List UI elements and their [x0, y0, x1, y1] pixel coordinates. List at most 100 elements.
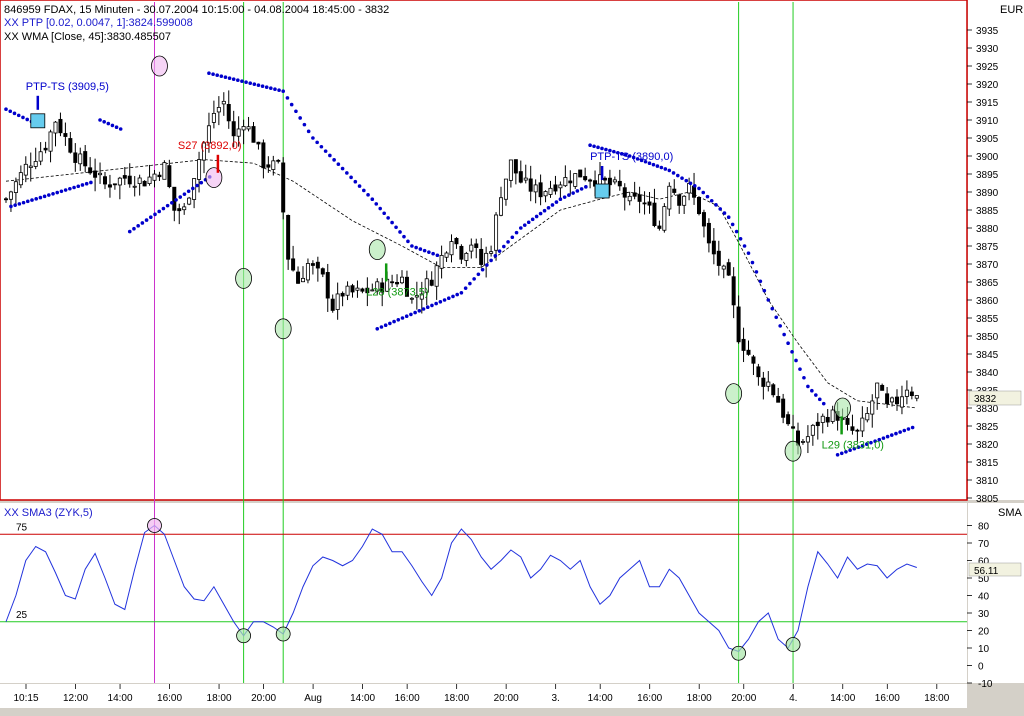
ptp-dot	[178, 195, 183, 199]
price-panel[interactable]	[0, 0, 968, 501]
ptp-dot	[9, 204, 13, 209]
candle-body	[444, 252, 449, 258]
ptp-dot	[25, 117, 30, 122]
ptp-dot	[240, 79, 244, 83]
ptp-dot	[144, 218, 149, 222]
candle-body	[182, 206, 187, 211]
time-tick-label: 18:00	[444, 693, 469, 704]
candle-body	[786, 414, 791, 425]
candle-body	[578, 169, 583, 178]
ptp-dot	[451, 294, 455, 299]
candle-body	[187, 197, 192, 205]
ptp-dot	[697, 186, 701, 191]
ptp-dot	[885, 434, 890, 439]
ptp-dot	[127, 229, 132, 234]
ptp-dot	[157, 209, 162, 214]
time-tick-label: 14:00	[108, 693, 133, 704]
ptp-dot	[199, 180, 204, 185]
ptp-dot	[742, 244, 747, 248]
candle-body	[300, 277, 305, 283]
price-tick-label: 3805	[976, 494, 999, 505]
ptp-dot	[388, 321, 392, 326]
price-tick-label: 3900	[976, 152, 999, 163]
time-tick-label: 14:00	[830, 693, 855, 704]
ptp-label: PTP-TS (3909,5)	[26, 81, 109, 93]
ptp-dot	[514, 230, 519, 235]
ptp-dot	[463, 286, 468, 290]
ptp-dot	[277, 88, 281, 92]
ptp-dot	[655, 164, 660, 168]
ptp-dot	[485, 263, 489, 267]
ptp-dot	[579, 187, 584, 191]
candle-body	[162, 162, 167, 180]
ptp-dot	[671, 171, 676, 175]
time-tick-label: 10:15	[13, 693, 38, 704]
candle-body	[23, 163, 28, 176]
price-tick-label: 3865	[976, 278, 999, 289]
candle-body	[751, 356, 756, 364]
time-tick-label: 20:00	[251, 693, 276, 704]
ptp-dot	[294, 109, 298, 114]
ptp-dot	[110, 123, 115, 128]
ptp-dot	[542, 208, 547, 213]
candle-body	[13, 181, 18, 193]
ptp-dot	[427, 250, 431, 254]
candle-body	[33, 161, 38, 167]
ptp-dot	[894, 431, 898, 436]
ptp-dot	[546, 206, 551, 210]
price-tick-label: 3895	[976, 170, 999, 181]
price-tick-label: 3925	[976, 62, 999, 73]
ptp-dot	[675, 173, 680, 178]
ptp-dot	[323, 149, 328, 153]
osc-tick-label: 80	[978, 522, 990, 533]
candle-body	[43, 147, 48, 151]
candle-body	[895, 396, 900, 405]
ptp-dot	[814, 393, 818, 397]
ptp-dot	[8, 109, 13, 114]
time-tick-label: 18:00	[924, 693, 949, 704]
time-tick-label: 20:00	[731, 693, 756, 704]
ptp-dot	[600, 146, 604, 151]
ptp-dot	[273, 87, 277, 91]
ptp-dot	[402, 234, 406, 239]
ptp-dot	[459, 291, 464, 295]
chart-canvas[interactable]: PTP-TS (3909,5) S27 (3892,0) L28 (3873,5) P…	[0, 0, 1024, 716]
ptp-dot	[25, 199, 30, 204]
time-tick-label: 14:00	[350, 693, 375, 704]
ptp-dot	[431, 251, 435, 256]
price-tick-label: 3815	[976, 458, 999, 469]
oscillator-title: XX SMA3 (ZYK,5)	[4, 507, 93, 519]
oscillator-panel[interactable]	[0, 503, 967, 683]
osc-signal-circle	[147, 518, 162, 533]
candle-body	[885, 393, 890, 405]
ptp-dot	[248, 81, 252, 85]
candle-body	[197, 159, 202, 180]
ptp-dot	[191, 186, 195, 191]
candle-body	[677, 194, 682, 206]
candle-body	[612, 179, 617, 183]
candle-body	[489, 251, 494, 254]
price-tick-label: 3820	[976, 440, 999, 451]
candle-body	[667, 185, 672, 210]
ptp-dot	[497, 249, 502, 253]
candle-body	[756, 366, 761, 378]
ptp-dot	[55, 190, 60, 195]
ptp-dot	[207, 71, 211, 75]
ptp-dot	[554, 200, 559, 204]
ptp-dot	[315, 140, 319, 145]
candle-body	[236, 128, 241, 137]
ptp-dot	[161, 206, 166, 211]
time-tick-label: 18:00	[687, 693, 712, 704]
candle-body	[682, 195, 687, 206]
ptp-dot	[810, 388, 814, 393]
time-tick-label: 12:00	[63, 693, 88, 704]
ptp-dot	[153, 212, 157, 217]
ptp-dot	[502, 244, 506, 249]
ptp-dot	[766, 298, 771, 302]
ptp-dot	[59, 189, 64, 194]
candle-body	[890, 397, 895, 403]
ptp-dot	[718, 207, 723, 211]
ptp-label: PTP-TS (3890,0)	[590, 151, 673, 163]
long-label: L29 (3831,0)	[822, 439, 884, 451]
candle-body	[434, 265, 439, 287]
